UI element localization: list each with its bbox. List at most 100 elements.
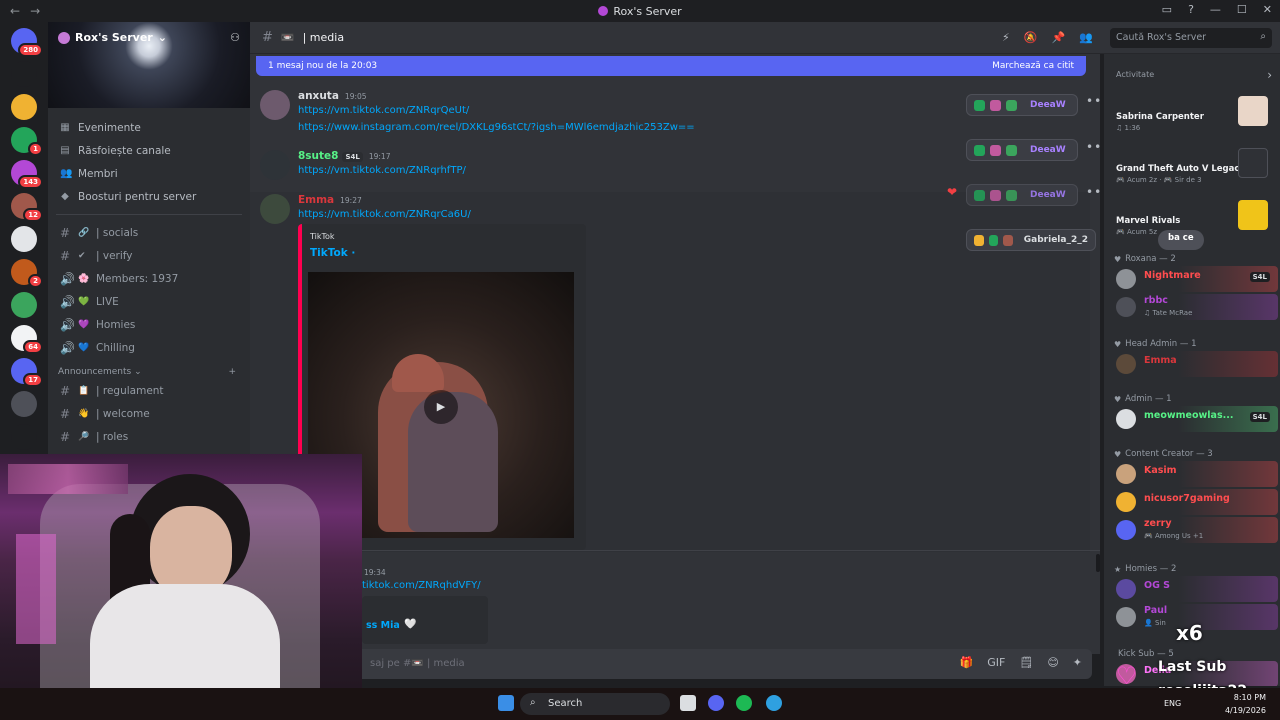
server-icon[interactable]: 12: [11, 193, 43, 222]
user-reaction-pill[interactable]: DeeaW: [966, 139, 1078, 161]
language-indicator[interactable]: ENG: [1164, 699, 1181, 708]
channel-item[interactable]: 🔊 💚 LIVE: [48, 290, 250, 313]
member-item[interactable]: Emma: [1112, 351, 1278, 377]
help-icon[interactable]: ?: [1188, 3, 1194, 16]
user-reaction-pill[interactable]: DeeaW: [966, 184, 1078, 206]
inbox-icon[interactable]: ▭: [1162, 3, 1172, 16]
message-author[interactable]: 8sute8 S4L 19:17: [298, 150, 390, 162]
person-add-icon[interactable]: ⚇: [230, 31, 240, 44]
scrollbar-thumb[interactable]: [1096, 554, 1100, 572]
server-nav-item[interactable]: ◆ Boosturi pentru server: [48, 185, 250, 208]
channel-item[interactable]: # 👋 | welcome: [48, 402, 250, 425]
server-icon[interactable]: 64: [11, 325, 43, 354]
file-explorer-icon[interactable]: [680, 695, 696, 711]
taskbar-search[interactable]: ⌕ Search: [520, 693, 670, 715]
server-nav: ▦ Evenimente ▤ Răsfoiește canale 👥 Membri ◆ Boo…: [48, 116, 250, 208]
channel-item[interactable]: # ✔ | verify: [48, 244, 250, 267]
close-button[interactable]: ✕: [1263, 3, 1272, 16]
server-icon[interactable]: 143: [11, 160, 43, 189]
members-icon[interactable]: 👥: [1079, 31, 1093, 44]
user-reaction-pill[interactable]: DeeaW: [966, 94, 1078, 116]
server-name-button[interactable]: Rox's Server ⌄: [58, 31, 167, 44]
minimize-button[interactable]: —: [1210, 3, 1221, 16]
more-options-icon[interactable]: •••: [1086, 94, 1100, 108]
message-author[interactable]: anxuta 19:05: [298, 90, 367, 102]
gift-icon[interactable]: 🎁: [960, 656, 974, 669]
member-list: Activitate › Sabrina Carpenter ♫ 1:36 Gr…: [1104, 54, 1280, 686]
more-options-icon[interactable]: •••: [1086, 185, 1100, 199]
channel-item[interactable]: 🔊 💜 Homies: [48, 313, 250, 336]
emoji-icon[interactable]: 😊: [1047, 656, 1058, 669]
gif-icon[interactable]: GIF: [987, 656, 1005, 669]
avatar[interactable]: [260, 194, 290, 224]
apps-icon[interactable]: ✦: [1073, 656, 1082, 669]
new-messages-bar[interactable]: 1 mesaj nou de la 20:03 Marchează ca cit…: [256, 56, 1086, 76]
forward-arrow-icon[interactable]: →: [30, 4, 40, 18]
heart-reaction-icon[interactable]: ❤: [947, 185, 957, 199]
server-nav-item[interactable]: 👥 Membri: [48, 162, 250, 185]
server-icon[interactable]: 1: [11, 127, 43, 156]
sticker-icon[interactable]: 🗒: [1019, 656, 1033, 669]
member-item[interactable]: rbbc ♫ Tate McRae: [1112, 294, 1278, 320]
back-arrow-icon[interactable]: ←: [10, 4, 20, 18]
message-link[interactable]: https://vm.tiktok.com/ZNRqrhfTP/: [298, 165, 466, 176]
mention-text[interactable]: ss Mia: [366, 620, 400, 631]
channel-emoji: ✔: [78, 250, 86, 261]
category-announcements[interactable]: Announcements ⌄ +: [48, 359, 250, 379]
server-icon[interactable]: [11, 391, 37, 417]
windows-start-icon[interactable]: [498, 695, 514, 711]
chevron-right-icon[interactable]: ›: [1267, 68, 1272, 82]
channel-label: | regulament: [96, 384, 164, 397]
activity-card[interactable]: Sabrina Carpenter ♫ 1:36: [1112, 90, 1276, 138]
hash-icon: #: [60, 429, 71, 444]
member-item[interactable]: meowmeowlas... S4L: [1112, 406, 1278, 432]
webcam-overlay: [0, 454, 362, 720]
server-icon[interactable]: [11, 226, 37, 252]
server-icon[interactable]: 2: [11, 259, 43, 288]
channel-item[interactable]: # 🔎 | roles: [48, 425, 250, 448]
avatar[interactable]: [260, 90, 290, 120]
message-link[interactable]: https://www.instagram.com/reel/DXKLg96st…: [298, 122, 695, 133]
member-item[interactable]: zerry 🎮 Among Us +1: [1112, 517, 1278, 543]
clock[interactable]: 8:10 PM 4/19/2026: [1225, 691, 1266, 717]
server-icon[interactable]: 280: [11, 28, 43, 57]
server-icon[interactable]: [11, 424, 37, 450]
server-nav-item[interactable]: ▤ Răsfoiește canale: [48, 139, 250, 162]
discord-icon[interactable]: [708, 695, 724, 711]
member-item[interactable]: Nightmare S4L: [1112, 266, 1278, 292]
message-link[interactable]: https://vm.tiktok.com/ZNRqrCa6U/: [298, 209, 471, 220]
channel-item[interactable]: 🔊 🌸 Members: 1937: [48, 267, 250, 290]
maximize-button[interactable]: ☐: [1237, 3, 1247, 16]
more-options-icon[interactable]: •••: [1086, 140, 1100, 154]
message-link[interactable]: tiktok.com/ZNRqhdVFY/: [362, 580, 481, 591]
message-composer[interactable]: saj pe #📼 | media 🎁 GIF 🗒 😊 ✦: [258, 649, 1092, 679]
hash-icon: #: [60, 383, 71, 398]
server-nav-item[interactable]: ▦ Evenimente: [48, 116, 250, 139]
edge-icon[interactable]: [766, 695, 782, 711]
server-icon[interactable]: 17: [11, 358, 43, 387]
channel-item[interactable]: # 📋 | regulament: [48, 379, 250, 402]
server-icon[interactable]: [11, 61, 37, 87]
channel-item[interactable]: 🔊 💙 Chilling: [48, 336, 250, 359]
add-channel-icon[interactable]: +: [228, 367, 236, 377]
server-icon[interactable]: [11, 94, 37, 120]
server-icon[interactable]: [11, 292, 37, 318]
channel-item[interactable]: # 🔗 | socials: [48, 221, 250, 244]
mark-as-read-button[interactable]: Marchează ca citit: [992, 61, 1074, 71]
message-author[interactable]: Emma 19:27: [298, 194, 362, 206]
mute-icon[interactable]: 🔕: [1024, 31, 1038, 44]
threads-icon[interactable]: ⚡: [1002, 31, 1010, 44]
search-input[interactable]: Caută Rox's Server ⌕: [1110, 28, 1272, 48]
user-reaction-pill[interactable]: Gabriela_2_2: [966, 229, 1096, 251]
pin-icon[interactable]: 📌: [1051, 31, 1065, 44]
discord-window: ← → Rox's Server ▭ ? — ☐ ✕ 280 1 143 12 2 64 1…: [0, 0, 1280, 720]
spotify-icon[interactable]: [736, 695, 752, 711]
member-item[interactable]: nicusor7gaming: [1112, 489, 1278, 515]
avatar[interactable]: [260, 150, 290, 180]
play-icon[interactable]: ▶: [424, 390, 458, 424]
member-item[interactable]: Kasim: [1112, 461, 1278, 487]
message-link[interactable]: https://vm.tiktok.com/ZNRqrQeUt/: [298, 105, 469, 116]
embed-title[interactable]: TikTok ·: [310, 247, 355, 259]
composer-placeholder: saj pe #📼 | media: [370, 658, 465, 669]
activity-card[interactable]: Grand Theft Auto V Legacy 🎮 Acum 2z · 🎮 …: [1112, 142, 1276, 190]
